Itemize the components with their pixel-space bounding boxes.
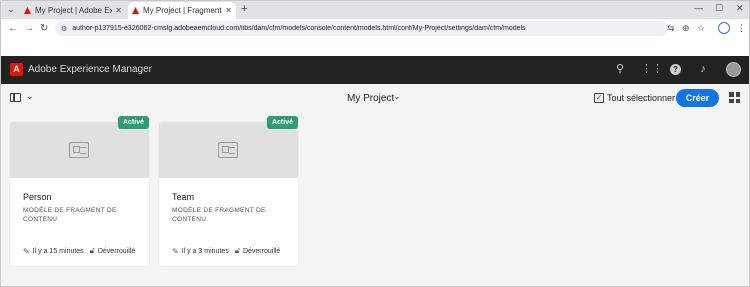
browser-profile-icon[interactable] [718,22,730,34]
view-switcher-icon[interactable] [729,92,740,103]
page-top-band [0,38,750,56]
app-title[interactable]: Adobe Experience Manager [28,63,152,76]
breadcrumb[interactable]: My Project [347,92,394,105]
modified-time: Il y a 3 minutes [181,247,229,255]
browser-tab-1[interactable]: My Project | Adobe Experience ✕ [20,2,126,19]
rail-toggle-icon[interactable] [10,93,21,102]
card-title: Team [172,192,195,202]
lock-status: Déverrouillé [242,247,281,255]
adobe-favicon-icon [132,7,139,14]
model-card-team[interactable]: Activé Team MODÈLE DE FRAGMENT DE CONTEN… [159,116,298,266]
card-title: Person [23,192,52,202]
close-tab-icon[interactable]: ✕ [225,6,232,15]
card-thumbnail[interactable] [10,122,149,178]
address-field[interactable]: ⚙ author-p137915-e326062-cmstg.adobeaemc… [55,21,668,36]
action-bar: ⌄ My Project ⌄ ✓ Tout sélectionner Créer [0,84,750,112]
site-info-icon[interactable]: ⚙ [61,25,67,33]
browser-menu-icon[interactable]: ⋮ [737,23,746,34]
modified-time: Il y a 15 minutes [32,247,84,255]
forward-icon[interactable]: → [24,23,34,34]
translate-icon[interactable]: ⇆ [667,23,675,34]
browser-tabstrip: ⌄ My Project | Adobe Experience ✕ My Pro… [0,0,750,19]
adobe-favicon-icon [24,7,31,14]
card-meta: ✎ Il y a 15 minutes 🔓︎ Déverrouillé [23,246,135,256]
url-text: author-p137915-e326062-cmstg.adobeaemclo… [72,25,526,32]
content-fragment-model-icon [218,142,238,158]
chevron-down-icon[interactable]: ⌄ [26,91,34,102]
notifications-bell-icon[interactable]: ♪ [696,63,710,76]
card-meta: ✎ Il y a 3 minutes 🔓︎ Déverrouillé [172,246,280,256]
help-icon[interactable]: ? [670,64,681,75]
content-fragment-model-icon [69,142,89,158]
tab-search-menu-icon[interactable]: ⌄ [5,3,17,15]
search-icon[interactable]: ⚲ [613,63,627,76]
pencil-icon: ✎ [172,246,179,256]
maximize-icon[interactable]: ☐ [715,3,723,14]
browser-toolbar: ← → ↻ ⚙ author-p137915-e326062-cmstg.ado… [0,19,750,38]
close-window-icon[interactable]: ✕ [736,3,744,14]
tab-title: My Project | Fragment de conte [143,6,222,15]
lock-status: Déverrouillé [97,247,136,255]
new-tab-button[interactable]: + [241,3,247,15]
status-badge: Activé [117,116,149,129]
adobe-logo-icon[interactable] [10,63,23,76]
close-tab-icon[interactable]: ✕ [115,6,122,15]
status-badge: Activé [266,116,298,129]
create-button[interactable]: Créer [676,89,719,107]
select-all-button[interactable]: Tout sélectionner [607,92,675,105]
tab-title: My Project | Adobe Experience [35,6,113,15]
card-thumbnail[interactable] [159,122,298,178]
bookmark-star-icon[interactable]: ☆ [697,23,705,34]
unlock-icon: 🔓︎ [89,246,95,255]
aem-header: Adobe Experience Manager ⚲ ⋮⋮ ? ♪ [0,56,750,84]
zoom-icon[interactable]: ⊕ [682,23,690,34]
pencil-icon: ✎ [23,246,30,256]
card-subtitle: MODÈLE DE FRAGMENT DE CONTENU [23,207,117,223]
model-card-person[interactable]: Activé Person MODÈLE DE FRAGMENT DE CONT… [10,116,149,266]
browser-tab-2[interactable]: My Project | Fragment de conte ✕ [128,2,236,19]
back-icon[interactable]: ← [8,23,18,34]
unlock-icon: 🔓︎ [234,246,240,255]
solutions-grid-icon[interactable]: ⋮⋮ [641,63,663,76]
select-all-checkbox-icon[interactable]: ✓ [594,93,604,103]
reload-icon[interactable]: ↻ [40,23,48,34]
card-subtitle: MODÈLE DE FRAGMENT DE CONTENU [172,207,266,223]
avatar[interactable] [726,62,741,77]
minimize-icon[interactable]: — [694,3,703,13]
chevron-down-icon[interactable]: ⌄ [393,91,401,102]
